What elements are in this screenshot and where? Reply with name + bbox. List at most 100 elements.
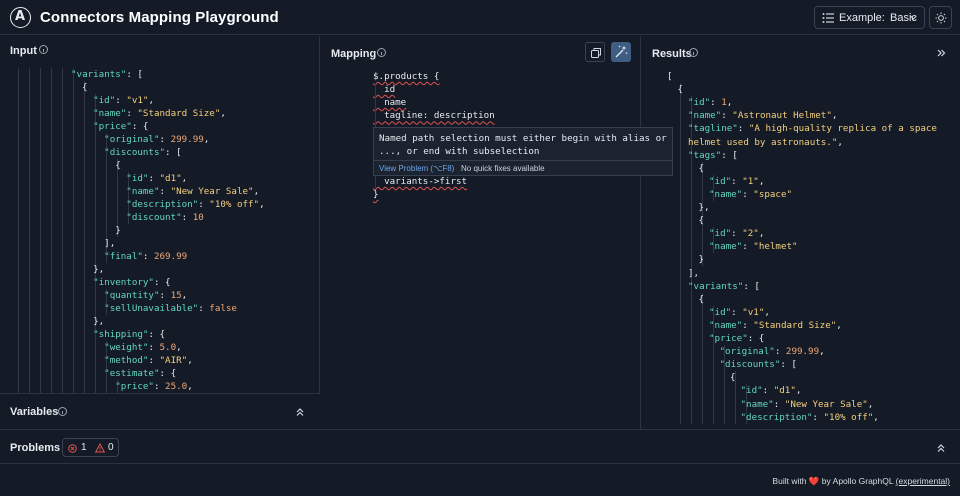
- code-token: "price": [93, 121, 132, 132]
- code-token: {: [115, 160, 121, 171]
- code-token: }: [698, 254, 705, 266]
- indent-guide: [95, 94, 97, 393]
- code-token: "helmet": [753, 241, 798, 253]
- code-line: name: [373, 96, 406, 109]
- code-token: "10% off": [209, 199, 260, 210]
- info-icon[interactable]: [39, 45, 48, 54]
- input-editor[interactable]: "variants": [{"id": "v1", "name": "Standa…: [0, 68, 320, 428]
- code-token: },: [93, 316, 105, 327]
- code-token: :: [148, 342, 160, 353]
- code-token: :: [731, 175, 743, 187]
- footer-built-with: Built with: [772, 476, 807, 486]
- example-selector-button[interactable]: Example: Basic: [814, 6, 925, 29]
- code-token: 5.0: [159, 342, 177, 353]
- results-viewer[interactable]: [{"id": 1, "name": "Astronaut Helmet", "ta…: [642, 70, 960, 429]
- info-icon[interactable]: [58, 407, 67, 416]
- theme-toggle-button[interactable]: [929, 6, 952, 29]
- code-token: ,: [187, 381, 193, 392]
- code-token: :: [812, 411, 824, 423]
- variables-section-header[interactable]: Variables: [0, 393, 320, 429]
- code-token: ,: [259, 199, 265, 210]
- indent-guide: [61, 68, 63, 393]
- code-token: : {: [159, 368, 177, 379]
- code-token: false: [209, 303, 237, 314]
- code-token: "10% off": [823, 411, 874, 423]
- tooltip-divider: [374, 160, 672, 161]
- expand-up-icon[interactable]: [295, 407, 305, 417]
- code-token: ,: [795, 385, 802, 397]
- code-line: "method": "AIR",: [104, 354, 193, 367]
- collapse-right-icon[interactable]: [936, 48, 946, 58]
- code-token: 15: [170, 290, 182, 301]
- code-line: "id": "v1",: [93, 94, 154, 107]
- code-token: :: [773, 398, 785, 410]
- code-token: :: [710, 97, 722, 109]
- code-token: :: [198, 199, 210, 210]
- code-token: 299.99: [170, 134, 204, 145]
- code-token: : {: [148, 329, 166, 340]
- code-token: "original": [104, 134, 160, 145]
- code-line: "shipping": {: [93, 328, 165, 341]
- code-line: "estimate": {: [104, 367, 176, 380]
- code-token: "description": [126, 199, 199, 210]
- input-panel: Input "variants": [{"id": "v1", "name": "…: [0, 36, 320, 429]
- code-token: ,: [764, 306, 770, 318]
- code-line: "sellUnavailable": false: [104, 302, 237, 315]
- view-problem-link[interactable]: View Problem (⌥F8): [379, 164, 454, 173]
- code-token: : [: [721, 149, 738, 161]
- code-token: ,: [837, 136, 843, 148]
- results-panel: Results [{"id": 1, "name": "Astronaut Hel…: [642, 36, 960, 429]
- code-token: "id": [709, 228, 732, 240]
- result-line: "id": "1",: [709, 175, 764, 188]
- code-token: 10: [192, 212, 204, 223]
- result-line: "discounts": [: [720, 358, 797, 371]
- code-line: tagline: description: [373, 109, 495, 122]
- code-token: 269.99: [153, 251, 188, 262]
- result-line: "tags": [: [688, 149, 738, 162]
- input-panel-title: Input: [10, 45, 37, 57]
- code-token: "space": [753, 188, 793, 200]
- result-line: {: [699, 293, 705, 306]
- mapping-editor[interactable]: $.products { id name tagline: descriptio…: [321, 70, 641, 429]
- code-line: },: [93, 315, 104, 328]
- result-line: {: [699, 214, 705, 227]
- code-token: ,: [176, 342, 182, 353]
- code-token: ,: [873, 411, 879, 423]
- code-token: ,: [831, 110, 838, 122]
- code-line: "original": 299.99,: [104, 133, 209, 146]
- code-token: "tagline": [688, 123, 738, 135]
- code-token: "name": [93, 108, 127, 119]
- result-line: "name": "New Year Sale",: [741, 398, 874, 411]
- problems-section-header[interactable]: Problems 1 0: [0, 429, 960, 464]
- code-token: ],: [688, 267, 700, 279]
- code-line: "id": "d1",: [126, 172, 187, 185]
- code-line: "price": 25.0,: [115, 380, 193, 393]
- expand-up-icon[interactable]: [936, 443, 946, 453]
- problem-counts-badge[interactable]: 1 0: [62, 438, 119, 457]
- experimental-link[interactable]: (experimental): [896, 476, 950, 486]
- info-icon[interactable]: [377, 48, 386, 57]
- result-line: helmet used by astronauts.",: [688, 136, 843, 149]
- code-line: "name": "New Year Sale",: [126, 185, 259, 198]
- code-token: "name": [688, 110, 722, 122]
- code-line: },: [93, 263, 104, 276]
- code-token: "AIR": [159, 355, 188, 366]
- code-token: {: [730, 372, 736, 384]
- info-icon[interactable]: [689, 48, 698, 57]
- magic-wand-icon: [615, 45, 628, 58]
- code-token: "1": [742, 175, 759, 187]
- result-line: "id": "2",: [709, 227, 764, 240]
- problems-title: Problems: [10, 442, 61, 454]
- code-token: 25.0: [165, 381, 188, 392]
- code-token: "id": [709, 306, 732, 318]
- copy-button[interactable]: [585, 42, 605, 62]
- code-token: [: [667, 71, 673, 82]
- code-token: :: [198, 303, 210, 314]
- code-token: :: [153, 381, 166, 392]
- code-token: "description": [740, 411, 813, 423]
- code-line: variants->first: [373, 175, 467, 188]
- indent-guide: [50, 68, 52, 393]
- code-token: "variants": [688, 280, 744, 292]
- code-line: {: [82, 81, 88, 94]
- format-button[interactable]: [611, 42, 631, 62]
